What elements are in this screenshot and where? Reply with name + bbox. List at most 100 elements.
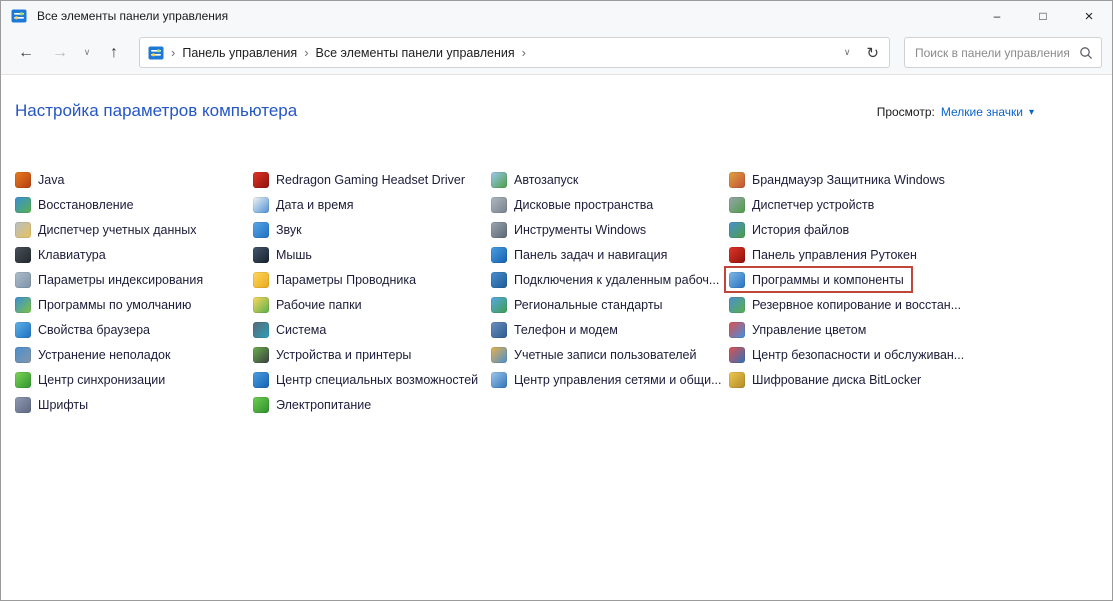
items-column-2: Redragon Gaming Headset DriverДата и вре… <box>253 167 491 417</box>
item-label: Региональные стандарты <box>514 298 663 312</box>
java-icon <box>15 172 31 188</box>
search-icon[interactable] <box>1079 46 1093 60</box>
item-label: Центр специальных возможностей <box>276 373 478 387</box>
control-panel-item[interactable]: Учетные записи пользователей <box>491 342 697 367</box>
devices-printers-icon <box>253 347 269 363</box>
refresh-icon[interactable]: ↻ <box>866 44 879 62</box>
control-panel-item[interactable]: Звук <box>253 217 302 242</box>
search-input[interactable] <box>913 45 1073 61</box>
recovery-icon <box>15 197 31 213</box>
control-panel-item[interactable]: Свойства браузера <box>15 317 150 342</box>
control-panel-item[interactable]: Параметры Проводника <box>253 267 416 292</box>
troubleshooting-icon <box>15 347 31 363</box>
redragon-icon <box>253 172 269 188</box>
view-value-link[interactable]: Мелкие значки <box>941 105 1023 119</box>
control-panel-item[interactable]: Центр управления сетями и общи... <box>491 367 721 392</box>
item-label: Инструменты Windows <box>514 223 646 237</box>
page-title: Настройка параметров компьютера <box>15 101 297 121</box>
control-panel-item[interactable]: Диспетчер учетных данных <box>15 217 197 242</box>
remote-desktop-icon <box>491 272 507 288</box>
item-label: Шрифты <box>38 398 88 412</box>
default-programs-icon <box>15 297 31 313</box>
control-panel-item[interactable]: Брандмауэр Защитника Windows <box>729 167 945 192</box>
credential-manager-icon <box>15 222 31 238</box>
item-label: Панель управления Рутокен <box>752 248 917 262</box>
breadcrumb-control-panel[interactable]: Панель управления <box>182 46 297 60</box>
file-history-icon <box>729 222 745 238</box>
view-label: Просмотр: <box>877 105 935 119</box>
history-dropdown-icon[interactable]: ∨ <box>79 38 95 68</box>
mouse-icon <box>253 247 269 263</box>
control-panel-item[interactable]: Электропитание <box>253 392 371 417</box>
minimize-button[interactable]: – <box>974 1 1020 31</box>
control-panel-item[interactable]: Дисковые пространства <box>491 192 653 217</box>
view-dropdown-icon[interactable]: ▾ <box>1029 107 1034 118</box>
content-header: Настройка параметров компьютера Просмотр… <box>15 101 1096 121</box>
rutoken-icon <box>729 247 745 263</box>
up-button[interactable]: ↑ <box>99 38 129 68</box>
item-label: Управление цветом <box>752 323 866 337</box>
item-label: Мышь <box>276 248 312 262</box>
control-panel-item[interactable]: Телефон и модем <box>491 317 618 342</box>
firewall-icon <box>729 172 745 188</box>
bitlocker-icon <box>729 372 745 388</box>
item-label: Восстановление <box>38 198 134 212</box>
close-button[interactable]: × <box>1066 1 1112 31</box>
control-panel-item[interactable]: Центр безопасности и обслуживан... <box>729 342 964 367</box>
control-panel-item[interactable]: Инструменты Windows <box>491 217 646 242</box>
control-panel-item[interactable]: Java <box>15 167 64 192</box>
address-bar[interactable]: › Панель управления › Все элементы панел… <box>139 37 890 68</box>
control-panel-item[interactable]: Дата и время <box>253 192 354 217</box>
breadcrumb-all-items[interactable]: Все элементы панели управления <box>316 46 515 60</box>
window-controls: – □ × <box>974 1 1112 31</box>
sync-center-icon <box>15 372 31 388</box>
item-label: Программы по умолчанию <box>38 298 191 312</box>
control-panel-item[interactable]: Резервное копирование и восстан... <box>729 292 961 317</box>
system-icon <box>253 322 269 338</box>
address-dropdown-icon[interactable]: ∨ <box>844 47 851 58</box>
control-panel-item[interactable]: Программы по умолчанию <box>15 292 191 317</box>
control-panel-item[interactable]: Redragon Gaming Headset Driver <box>253 167 465 192</box>
control-panel-item[interactable]: Программы и компоненты <box>729 267 904 292</box>
forward-button[interactable]: → <box>45 38 75 68</box>
storage-spaces-icon <box>491 197 507 213</box>
maximize-button[interactable]: □ <box>1020 1 1066 31</box>
control-panel-item[interactable]: Система <box>253 317 326 342</box>
control-panel-item[interactable]: Восстановление <box>15 192 134 217</box>
network-sharing-icon <box>491 372 507 388</box>
control-panel-item[interactable]: Автозапуск <box>491 167 578 192</box>
windows-tools-icon <box>491 222 507 238</box>
control-panel-item[interactable]: Параметры индексирования <box>15 267 203 292</box>
control-panel-item[interactable]: Панель управления Рутокен <box>729 242 917 267</box>
control-panel-item[interactable]: Устройства и принтеры <box>253 342 411 367</box>
backup-restore-icon <box>729 297 745 313</box>
control-panel-item[interactable]: Устранение неполадок <box>15 342 170 367</box>
control-panel-item[interactable]: Подключения к удаленным рабоч... <box>491 267 719 292</box>
item-label: Параметры индексирования <box>38 273 203 287</box>
search-box <box>904 37 1102 68</box>
back-button[interactable]: ← <box>11 38 41 68</box>
item-label: Параметры Проводника <box>276 273 416 287</box>
control-panel-item[interactable]: История файлов <box>729 217 849 242</box>
control-panel-item[interactable]: Шрифты <box>15 392 88 417</box>
item-label: Устройства и принтеры <box>276 348 411 362</box>
control-panel-item[interactable]: Шифрование диска BitLocker <box>729 367 921 392</box>
control-panel-item[interactable]: Панель задач и навигация <box>491 242 667 267</box>
navigation-bar: ← → ∨ ↑ › Панель управления › Все элемен… <box>1 31 1112 75</box>
control-panel-item[interactable]: Центр синхронизации <box>15 367 165 392</box>
control-panel-item[interactable]: Управление цветом <box>729 317 866 342</box>
control-panel-item[interactable]: Центр специальных возможностей <box>253 367 478 392</box>
device-manager-icon <box>729 197 745 213</box>
control-panel-item[interactable]: Диспетчер устройств <box>729 192 874 217</box>
security-maintenance-icon <box>729 347 745 363</box>
control-panel-item[interactable]: Рабочие папки <box>253 292 362 317</box>
control-panel-item[interactable]: Региональные стандарты <box>491 292 663 317</box>
programs-features-icon <box>729 272 745 288</box>
item-label: Автозапуск <box>514 173 578 187</box>
control-panel-item[interactable]: Мышь <box>253 242 312 267</box>
item-label: Центр управления сетями и общи... <box>514 373 721 387</box>
item-label: Дисковые пространства <box>514 198 653 212</box>
control-panel-item[interactable]: Клавиатура <box>15 242 106 267</box>
item-label: Телефон и модем <box>514 323 618 337</box>
region-icon <box>491 297 507 313</box>
